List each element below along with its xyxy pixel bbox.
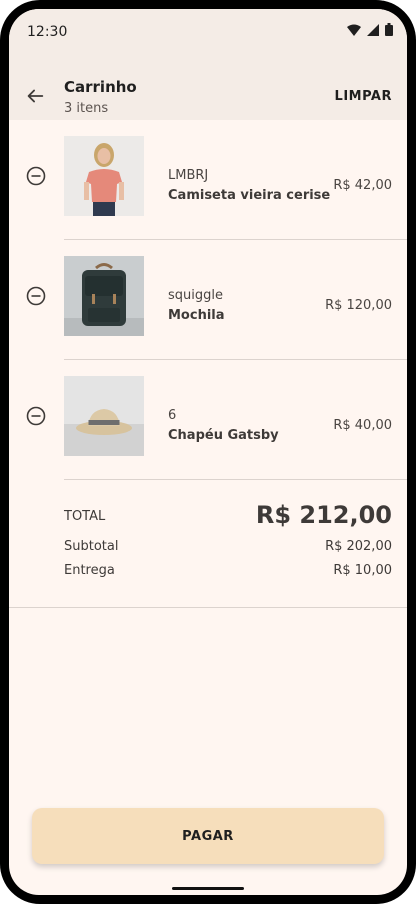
shipping-label: Entrega [64,563,115,578]
summary-divider [9,607,407,608]
battery-icon [385,23,393,36]
remove-item-icon[interactable] [26,166,46,186]
item-vendor: 6 [168,408,177,423]
pay-button[interactable]: PAGAR [32,808,384,864]
item-count: 3 itens [64,101,109,116]
product-image-tshirt [64,136,144,216]
item-price: R$ 120,00 [325,298,392,313]
total-value: R$ 212,00 [255,501,392,529]
item-vendor: squiggle [168,288,223,303]
product-image-backpack [64,256,144,336]
product-image-hat [64,376,144,456]
wifi-icon [347,24,361,36]
home-indicator[interactable] [172,887,244,890]
back-arrow-icon[interactable] [24,85,46,107]
item-name: Mochila [168,308,225,323]
subtotal-value: R$ 202,00 [325,539,392,554]
cart-item: LMBRJ Camiseta vieira cerise R$ 42,00 [9,120,407,240]
app-bar: Carrinho 3 itens LIMPAR [9,55,407,120]
item-name: Chapéu Gatsby [168,428,279,443]
phone-frame: 12:30 Carrinho 3 itens LIMPAR LMBRJ Cami… [0,0,416,904]
status-bar: 12:30 [9,9,407,55]
shipping-value: R$ 10,00 [333,563,392,578]
cart-item: squiggle Mochila R$ 120,00 [9,240,407,360]
signal-icon [367,23,379,36]
remove-item-icon[interactable] [26,406,46,426]
status-icons [347,23,393,36]
status-time: 12:30 [27,24,68,40]
page-title: Carrinho [64,78,137,96]
item-price: R$ 42,00 [333,178,392,193]
item-name: Camiseta vieira cerise [168,188,331,203]
subtotal-label: Subtotal [64,539,119,554]
cart-item: 6 Chapéu Gatsby R$ 40,00 [9,360,407,480]
remove-item-icon[interactable] [26,286,46,306]
item-vendor: LMBRJ [168,168,209,183]
clear-button[interactable]: LIMPAR [335,89,392,104]
item-price: R$ 40,00 [333,418,392,433]
screen: 12:30 Carrinho 3 itens LIMPAR LMBRJ Cami… [9,9,407,895]
total-label: TOTAL [64,509,106,524]
item-divider [64,479,407,480]
